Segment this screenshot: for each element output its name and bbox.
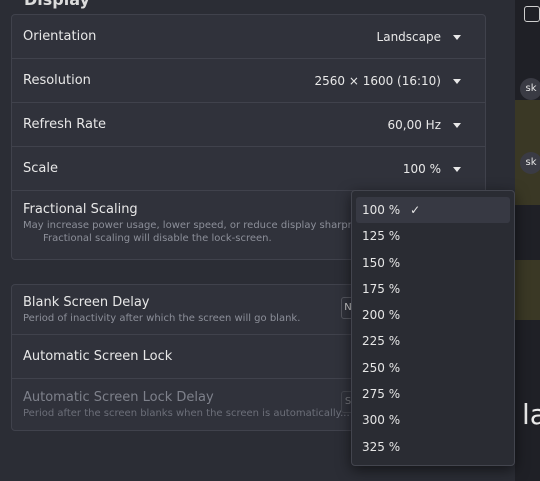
scale-option[interactable]: 250 % bbox=[352, 355, 514, 381]
resolution-value: 2560 × 1600 (16:10) bbox=[314, 73, 441, 88]
resolution-row[interactable]: Resolution 2560 × 1600 (16:10) bbox=[12, 59, 485, 103]
scale-option[interactable]: 325 % bbox=[352, 434, 514, 460]
scale-option[interactable]: 275 % bbox=[352, 381, 514, 407]
fractional-scaling-label: Fractional Scaling bbox=[23, 202, 138, 217]
blank-screen-delay-description: Period of inactivity after which the scr… bbox=[23, 313, 301, 324]
scale-option[interactable]: 200 % bbox=[352, 302, 514, 328]
chevron-down-icon bbox=[453, 122, 461, 128]
refresh-rate-row[interactable]: Refresh Rate 60,00 Hz bbox=[12, 103, 485, 147]
chevron-down-icon bbox=[453, 78, 461, 84]
background-avatar: sk bbox=[520, 78, 540, 100]
scale-dropdown-menu: 100 % ✓ 125 % 150 % 175 % 200 % 225 % 250… bbox=[351, 190, 515, 466]
settings-window: Display sk sk la Orientation Landscape R… bbox=[0, 0, 540, 481]
chevron-down-icon bbox=[453, 34, 461, 40]
refresh-rate-value: 60,00 Hz bbox=[387, 117, 442, 132]
refresh-rate-label: Refresh Rate bbox=[23, 117, 107, 132]
background-highlight-lower bbox=[515, 260, 540, 320]
scale-option[interactable]: 125 % bbox=[352, 223, 514, 249]
page-title: Display bbox=[24, 0, 90, 9]
blank-screen-delay-label: Blank Screen Delay bbox=[23, 295, 150, 310]
scale-option-selected[interactable]: 100 % ✓ bbox=[356, 197, 510, 224]
background-avatar: sk bbox=[520, 152, 540, 174]
scale-option[interactable]: 175 % bbox=[352, 276, 514, 302]
scale-option[interactable]: 150 % bbox=[352, 250, 514, 276]
automatic-screen-lock-delay-label: Automatic Screen Lock Delay bbox=[23, 389, 214, 405]
scale-option[interactable]: 225 % bbox=[352, 328, 514, 354]
background-window-icon bbox=[524, 6, 540, 22]
chevron-down-icon bbox=[453, 166, 461, 172]
scale-label: Scale bbox=[23, 161, 58, 176]
fractional-scaling-description: May increase power usage, lower speed, o… bbox=[23, 220, 374, 231]
background-large-text: la bbox=[522, 398, 540, 431]
scale-row[interactable]: Scale 100 % bbox=[12, 147, 485, 191]
resolution-label: Resolution bbox=[23, 73, 91, 88]
automatic-screen-lock-delay-description: Period after the screen blanks when the … bbox=[23, 407, 350, 419]
scale-option-label: 100 % bbox=[362, 203, 401, 217]
scale-option[interactable]: 300 % bbox=[352, 407, 514, 433]
orientation-row[interactable]: Orientation Landscape bbox=[12, 15, 485, 59]
checkmark-icon: ✓ bbox=[410, 203, 421, 217]
automatic-screen-lock-label: Automatic Screen Lock bbox=[23, 349, 173, 364]
orientation-value: Landscape bbox=[376, 29, 441, 44]
fractional-scaling-warning: Fractional scaling will disable the lock… bbox=[43, 233, 272, 244]
orientation-label: Orientation bbox=[23, 29, 97, 44]
scale-value: 100 % bbox=[402, 161, 441, 176]
